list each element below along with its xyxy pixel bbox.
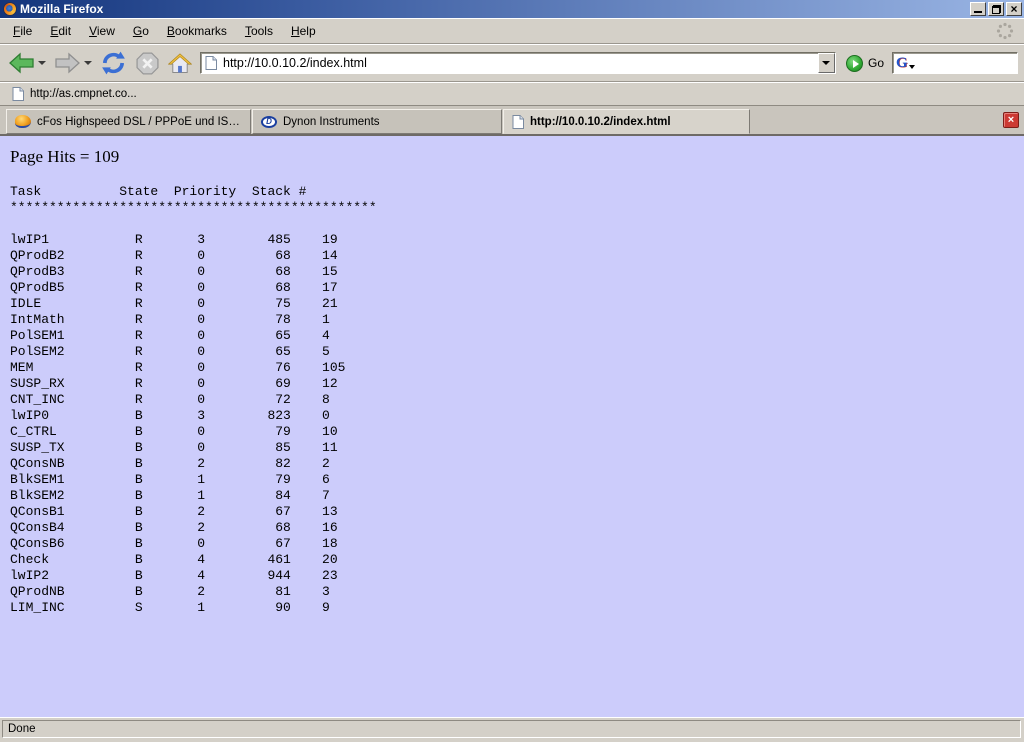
menu-tools[interactable]: Tools [236, 21, 282, 41]
tab-label: Dynon Instruments [283, 116, 380, 128]
stop-button[interactable] [133, 49, 162, 78]
menu-go[interactable]: Go [124, 21, 158, 41]
back-icon [8, 52, 35, 74]
forward-dropdown-icon[interactable] [84, 61, 92, 65]
tab-2[interactable]: D Dynon Instruments [252, 109, 502, 134]
close-button[interactable]: × [1006, 2, 1022, 16]
stop-icon [135, 51, 160, 76]
bookmark-item[interactable]: http://as.cmpnet.co... [8, 85, 141, 103]
tab-strip: cFos Highspeed DSL / PPPoE und ISDN CAP.… [0, 106, 1024, 136]
back-button[interactable] [6, 50, 37, 76]
bookmark-page-icon [12, 87, 24, 101]
reload-button[interactable] [98, 48, 129, 78]
google-logo-icon: G [896, 56, 908, 70]
bookmark-label: http://as.cmpnet.co... [30, 88, 137, 100]
restore-icon [992, 5, 1001, 14]
menu-bookmarks[interactable]: Bookmarks [158, 21, 236, 41]
dynon-icon: D [261, 116, 277, 128]
url-page-icon [205, 56, 217, 70]
url-bar [200, 52, 836, 74]
firefox-window: Mozilla Firefox × FileEditViewGoBookmark… [0, 0, 1024, 742]
minimize-button[interactable] [970, 2, 986, 16]
tab-3[interactable]: http://10.0.10.2/index.html [503, 109, 750, 134]
tab-close-button[interactable]: × [1003, 112, 1019, 128]
search-box: G [892, 52, 1018, 74]
status-panel: Done [2, 720, 1021, 738]
bookmarks-toolbar: http://as.cmpnet.co... [0, 82, 1024, 106]
go-label: Go [868, 56, 884, 70]
tab-label: cFos Highspeed DSL / PPPoE und ISDN CAP.… [37, 116, 242, 128]
forward-icon [54, 52, 81, 74]
home-button[interactable] [166, 51, 194, 76]
tab-1[interactable]: cFos Highspeed DSL / PPPoE und ISDN CAP.… [6, 109, 251, 134]
page-icon [512, 115, 524, 129]
status-bar: Done [0, 717, 1024, 742]
menu-bar: FileEditViewGoBookmarksToolsHelp [0, 18, 1024, 44]
go-icon [846, 55, 863, 72]
tab-label: http://10.0.10.2/index.html [530, 116, 671, 128]
throbber-icon [996, 22, 1014, 40]
task-table: Task State Priority Stack # ************… [10, 184, 1024, 616]
menu-view[interactable]: View [80, 21, 124, 41]
menu-file[interactable]: File [4, 21, 41, 41]
menu-help[interactable]: Help [282, 21, 325, 41]
home-icon [168, 53, 192, 74]
go-button[interactable]: Go [842, 55, 892, 72]
page-hits-text: Page Hits = 109 [10, 147, 1024, 167]
search-input[interactable] [915, 56, 1014, 70]
window-title: Mozilla Firefox [20, 2, 103, 16]
forward-button[interactable] [52, 50, 83, 76]
menu-edit[interactable]: Edit [41, 21, 80, 41]
page-content: Page Hits = 109 Task State Priority Stac… [0, 136, 1024, 717]
back-dropdown-icon[interactable] [38, 61, 46, 65]
close-icon: × [1010, 3, 1017, 15]
url-dropdown-button[interactable] [818, 53, 835, 73]
cfos-icon [15, 115, 31, 128]
firefox-logo-icon [3, 2, 17, 16]
reload-icon [100, 50, 127, 76]
title-bar: Mozilla Firefox × [0, 0, 1024, 18]
navigation-toolbar: Go G [0, 44, 1024, 82]
minimize-icon [974, 11, 982, 13]
status-text: Done [8, 723, 36, 735]
restore-button[interactable] [988, 2, 1004, 16]
url-input[interactable] [221, 56, 818, 70]
